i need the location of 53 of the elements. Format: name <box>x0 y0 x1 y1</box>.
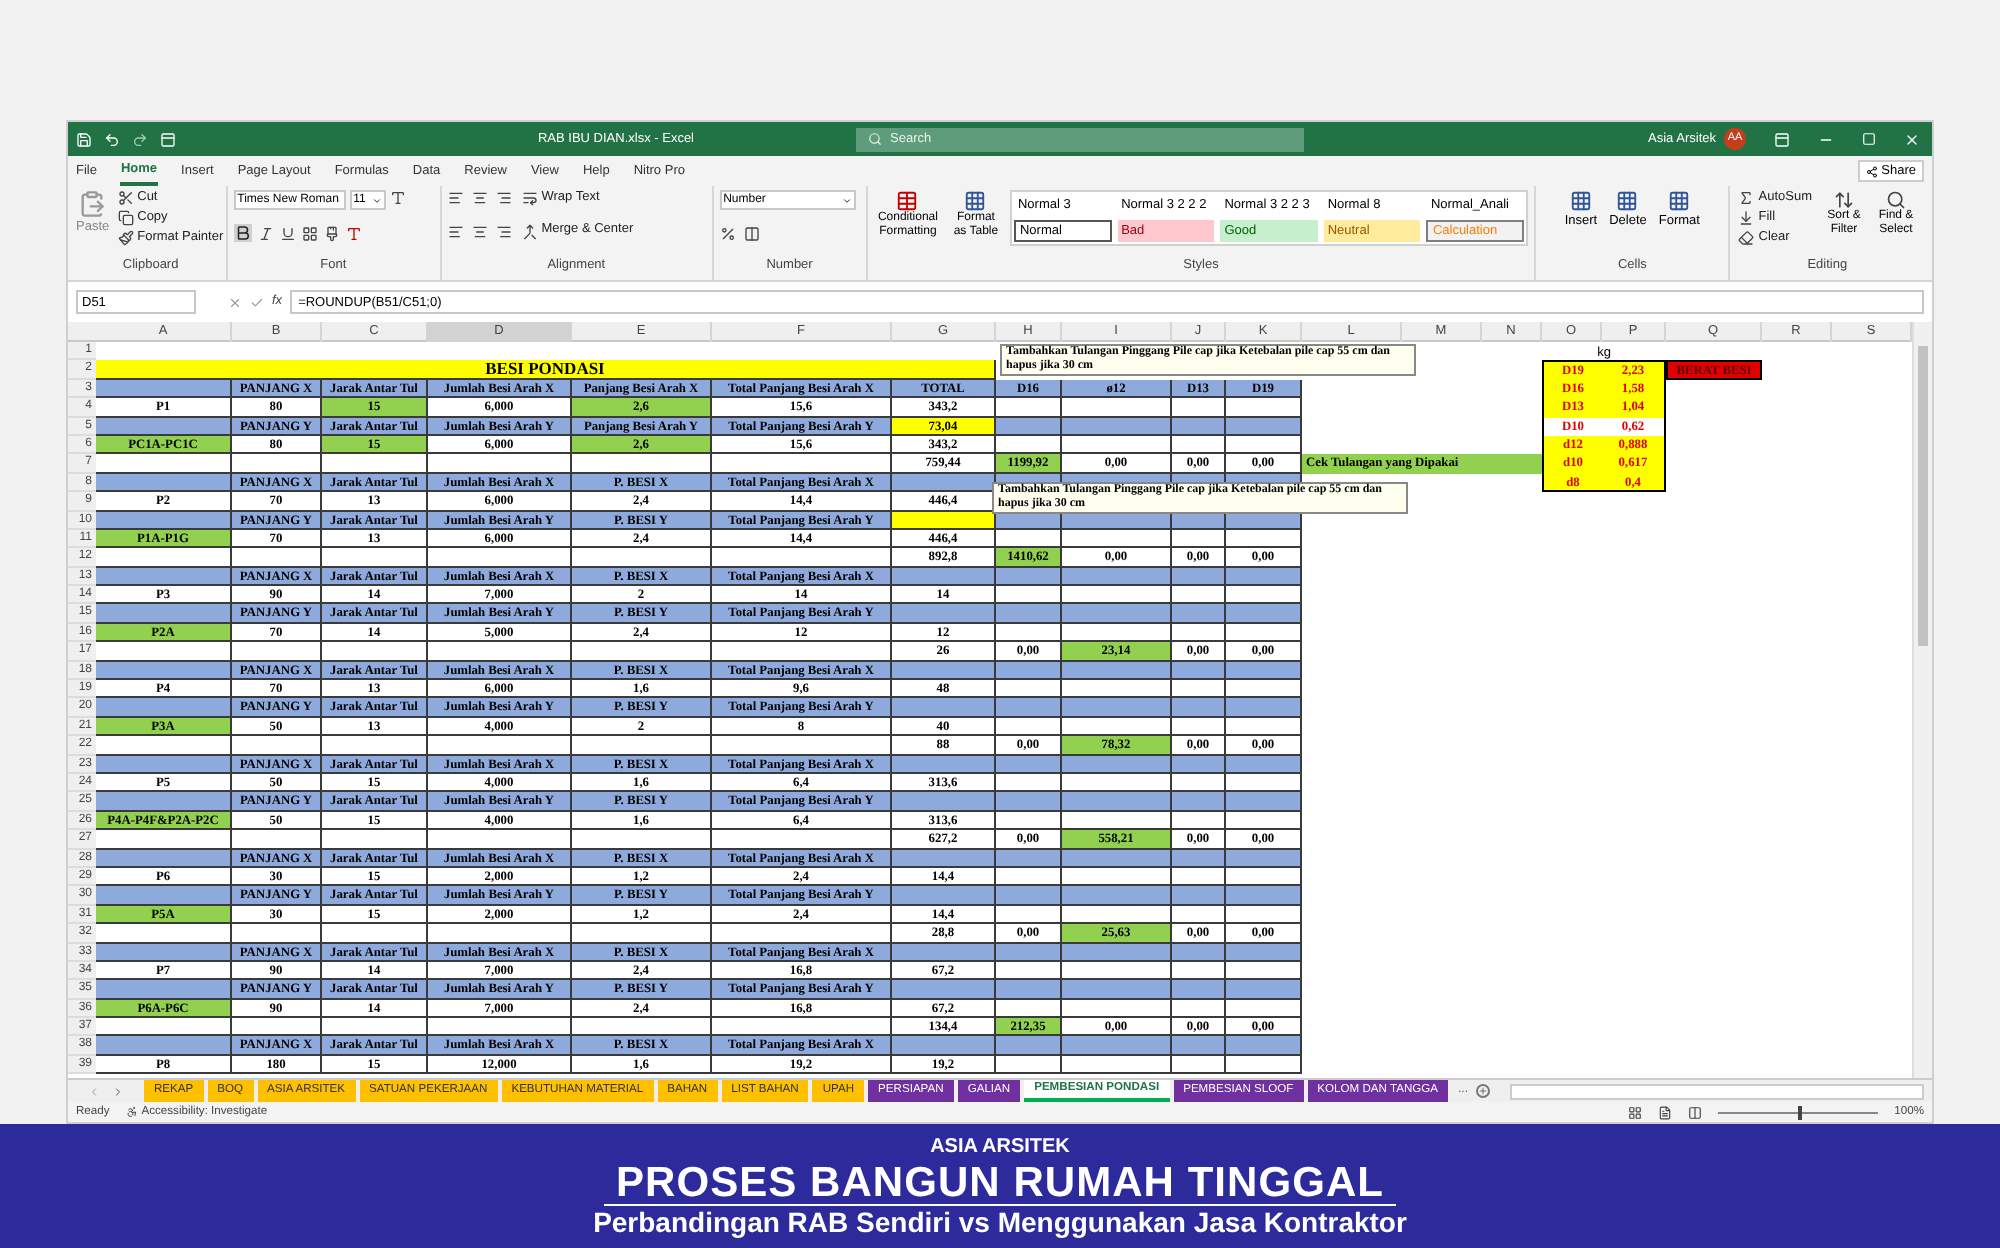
grid-icon <box>1569 190 1592 212</box>
percent-icon[interactable] <box>719 225 736 242</box>
align-center-icon[interactable] <box>471 223 488 240</box>
grid-icon <box>964 190 987 212</box>
enter-icon[interactable] <box>250 295 264 309</box>
sigma-icon <box>1738 190 1755 206</box>
borders-icon[interactable] <box>301 225 318 242</box>
eraser-icon <box>1738 230 1755 246</box>
normal-view-icon[interactable] <box>1628 1105 1643 1119</box>
ribbon-display-icon[interactable] <box>1774 131 1790 147</box>
align-middle-icon[interactable] <box>471 190 488 206</box>
cancel-icon[interactable] <box>228 295 242 309</box>
underline-icon[interactable] <box>279 225 296 242</box>
banner-brand: ASIA ARSITEK <box>930 1137 1070 1157</box>
form-icon[interactable] <box>160 131 176 147</box>
align-right-icon[interactable] <box>495 223 512 240</box>
align-top-icon[interactable] <box>447 190 464 206</box>
search-icon <box>868 132 882 146</box>
clipboard-icon <box>78 190 107 218</box>
wrap-text-icon <box>521 190 538 206</box>
grid-icon <box>1668 190 1691 212</box>
banner-subtitle: Perbandingan RAB Sendiri vs Menggunakan Jasa Kontraktor <box>593 1207 1407 1235</box>
align-left-icon[interactable] <box>447 223 464 240</box>
copy-icon <box>117 210 134 226</box>
grid-icon <box>1616 190 1639 212</box>
italic-icon[interactable] <box>257 225 274 242</box>
fill-down-icon <box>1738 210 1755 226</box>
vertical-scrollbar[interactable] <box>1912 322 1932 1078</box>
banner-title: PROSES BANGUN RUMAH TINGGAL <box>603 1161 1396 1205</box>
font-color-icon[interactable] <box>345 225 362 242</box>
redo-icon[interactable] <box>132 131 148 147</box>
font-size-icon[interactable] <box>389 190 406 206</box>
share-icon <box>1865 165 1878 177</box>
merge-icon <box>521 223 538 240</box>
table-icon <box>896 190 919 212</box>
accessibility-icon <box>125 1106 138 1118</box>
sort-icon <box>1834 190 1855 210</box>
scissors-icon <box>117 190 134 206</box>
close-icon[interactable] <box>1904 131 1920 147</box>
fill-color-icon[interactable] <box>323 225 340 242</box>
add-sheet-icon[interactable] <box>1476 1084 1491 1098</box>
paintbrush-icon <box>117 230 134 246</box>
undo-icon[interactable] <box>104 131 120 147</box>
save-icon[interactable] <box>76 131 92 147</box>
horizontal-scrollbar[interactable] <box>1510 1083 1924 1099</box>
sheet-title-cell: BESI PONDASI <box>96 360 996 380</box>
page-layout-icon[interactable] <box>1658 1105 1673 1119</box>
zoom-thumb[interactable] <box>1798 1105 1803 1119</box>
page-break-icon[interactable] <box>1688 1105 1703 1119</box>
bold-icon[interactable] <box>233 224 252 243</box>
align-bottom-icon[interactable] <box>495 190 512 206</box>
maximize-icon[interactable] <box>1862 132 1876 146</box>
search-icon <box>1886 190 1907 210</box>
